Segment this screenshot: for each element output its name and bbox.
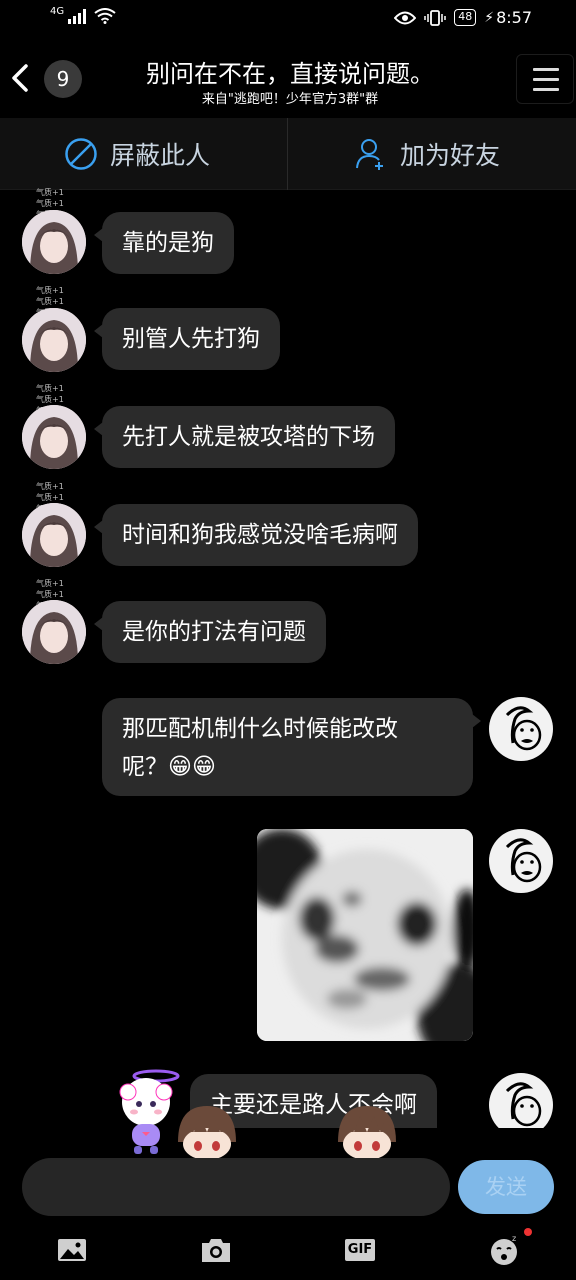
anime-boy-sticker[interactable] <box>334 1102 400 1160</box>
image-button[interactable] <box>54 1232 90 1268</box>
svg-text:z: z <box>512 1234 516 1243</box>
message-bubble[interactable]: 那匹配机制什么时候能改改 呢？😁😁 <box>102 698 481 796</box>
notification-dot <box>524 1228 532 1236</box>
anime-boy-icon <box>338 1106 396 1160</box>
hamburger-line <box>533 88 559 91</box>
my-avatar[interactable] <box>489 697 553 761</box>
panda-meme-sticker <box>257 829 473 1041</box>
emoji-button[interactable]: z <box>486 1228 532 1268</box>
block-user-button[interactable]: 屏蔽此人 <box>64 118 210 190</box>
message-bubble[interactable]: 靠的是狗 <box>94 212 234 274</box>
chevron-left-icon <box>12 64 28 92</box>
message-bubble[interactable]: 是你的打法有问题 <box>94 601 326 663</box>
menu-button[interactable] <box>516 54 574 104</box>
hamburger-line <box>533 78 559 81</box>
stranger-action-bar: 屏蔽此人 加为好友 <box>0 118 576 190</box>
level-tag: 气质+1 <box>36 482 64 491</box>
message-input[interactable] <box>22 1158 450 1216</box>
image-icon <box>58 1239 86 1261</box>
add-friend-label: 加为好友 <box>400 141 501 170</box>
charging-icon: ⚡ <box>484 9 495 26</box>
signal-area: 4G <box>50 5 116 24</box>
status-bar: 4G 48 ⚡ 8:57 <box>0 0 576 38</box>
block-icon <box>65 138 97 170</box>
level-tag: 气质+1 <box>36 590 64 599</box>
chat-header: 9 别问在不在，直接说问题。 来自"逃跑吧！少年官方3群"群 <box>0 40 576 118</box>
chat-title: 别问在不在，直接说问题。 <box>146 60 434 88</box>
message-bubble[interactable]: 时间和狗我感觉没啥毛病啊 <box>94 504 418 566</box>
sketch-face-avatar-icon <box>505 1082 542 1127</box>
anime-boy-sticker[interactable] <box>174 1102 240 1160</box>
hamburger-icon <box>533 68 559 71</box>
sketch-face-avatar-icon <box>505 706 542 751</box>
level-tag: 气质+1 <box>36 384 64 393</box>
chat-list-clip <box>0 1128 576 1158</box>
input-toolbar: GIF z <box>0 1222 576 1278</box>
unicorn-mascot-icon <box>119 1069 180 1154</box>
network-type: 4G <box>50 5 65 17</box>
wifi-icon <box>94 8 116 24</box>
my-avatar[interactable] <box>489 829 553 893</box>
level-tag: 气质+1 <box>36 199 64 208</box>
add-user-icon <box>356 139 383 170</box>
divider <box>287 118 288 190</box>
status-right: 48 ⚡ 8:57 <box>394 8 532 27</box>
camera-icon <box>202 1239 230 1262</box>
avatar-girl-image <box>22 210 86 274</box>
level-tag: 气质+1 <box>36 297 64 306</box>
block-user-label: 屏蔽此人 <box>110 141 211 170</box>
unicorn-mascot-sticker[interactable] <box>108 1062 184 1158</box>
signal-icon <box>68 9 87 24</box>
avatar-girl-image <box>22 600 86 664</box>
add-friend-button[interactable]: 加为好友 <box>354 118 500 190</box>
sketch-face-avatar-icon <box>505 838 542 883</box>
battery-indicator: 48 <box>454 9 477 26</box>
clock: 8:57 <box>496 8 532 27</box>
avatar-girl-image <box>22 405 86 469</box>
gif-label: GIF <box>347 1242 373 1257</box>
sender-avatar[interactable] <box>22 210 86 274</box>
level-tag: 气质+1 <box>36 188 64 197</box>
message-text-line: 那匹配机制什么时候能改改 <box>122 716 398 742</box>
sender-avatar[interactable] <box>22 405 86 469</box>
level-tag: 气质+1 <box>36 493 64 502</box>
gif-icon: GIF <box>345 1239 375 1261</box>
vibrate-icon <box>424 9 446 26</box>
eye-icon <box>394 11 417 24</box>
avatar-girl-image <box>22 308 86 372</box>
sender-avatar[interactable] <box>22 503 86 567</box>
gif-button[interactable]: GIF <box>342 1232 378 1268</box>
back-button[interactable] <box>6 58 36 98</box>
message-bubble[interactable]: 先打人就是被攻塔的下场 <box>94 406 395 468</box>
level-tag: 气质+1 <box>36 286 64 295</box>
unread-count-badge[interactable]: 9 <box>44 60 82 98</box>
message-text-line: 呢？😁😁 <box>122 754 216 780</box>
camera-button[interactable] <box>198 1232 234 1268</box>
message-bubble[interactable]: 别管人先打狗 <box>94 308 280 370</box>
send-button[interactable]: 发送 <box>458 1160 554 1214</box>
chat-subtitle: 来自"逃跑吧！少年官方3群"群 <box>201 92 379 107</box>
sender-avatar[interactable] <box>22 600 86 664</box>
panda-meme-image[interactable] <box>257 829 473 1041</box>
emoji-icon: z <box>491 1234 517 1265</box>
level-tag: 气质+1 <box>36 579 64 588</box>
avatar-girl-image <box>22 503 86 567</box>
sender-avatar[interactable] <box>22 308 86 372</box>
anime-boy-icon <box>178 1106 236 1160</box>
level-tag: 气质+1 <box>36 395 64 404</box>
